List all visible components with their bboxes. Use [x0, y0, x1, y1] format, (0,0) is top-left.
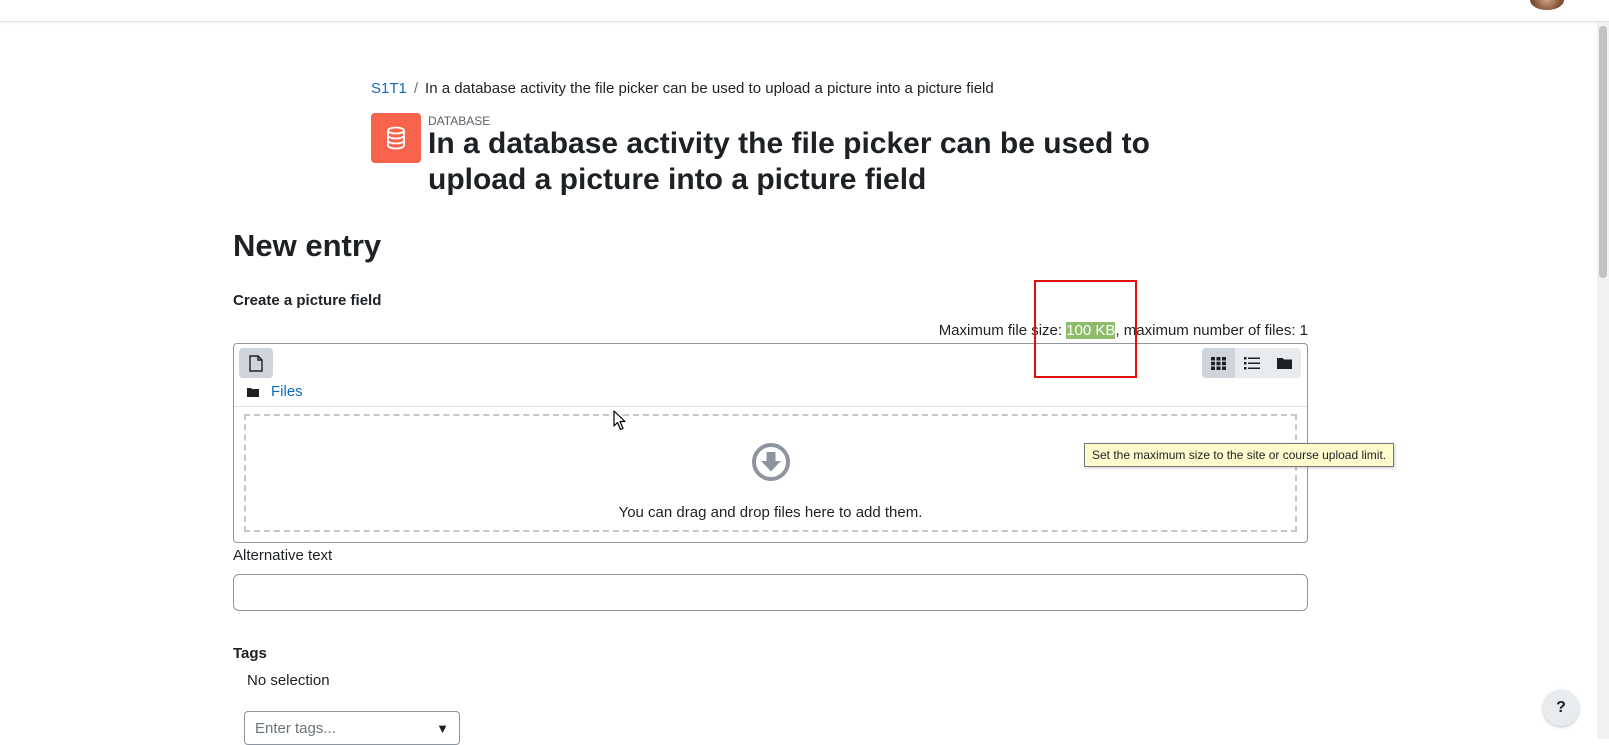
- add-file-button[interactable]: [239, 348, 273, 378]
- breadcrumb-course-link[interactable]: S1T1: [371, 80, 407, 97]
- alt-text-label: Alternative text: [233, 547, 333, 564]
- breadcrumb: S1T1 / In a database activity the file pic…: [371, 80, 994, 97]
- picture-field-label: Create a picture field: [233, 292, 382, 309]
- folder-icon: [1277, 358, 1292, 369]
- user-avatar[interactable]: [1530, 0, 1564, 10]
- scrollbar-thumb[interactable]: [1599, 26, 1607, 278]
- grid-icon: [1211, 356, 1226, 370]
- list-view-button[interactable]: [1235, 348, 1268, 378]
- tree-view-button[interactable]: [1268, 348, 1301, 378]
- breadcrumb-current: In a database activity the file picker c…: [425, 80, 994, 97]
- top-navbar: [0, 0, 1609, 22]
- file-icon: [249, 354, 263, 372]
- alt-text-input[interactable]: [233, 574, 1308, 611]
- tags-selection-status: No selection: [247, 672, 330, 689]
- drop-zone-text: You can drag and drop files here to add …: [618, 504, 923, 521]
- max-size-tooltip: Set the maximum size to the site or cour…: [1084, 443, 1395, 467]
- view-mode-switcher: [1202, 348, 1301, 378]
- tags-input[interactable]: Enter tags... ▼: [244, 711, 460, 745]
- entry-heading: New entry: [233, 228, 382, 263]
- list-icon: [1243, 356, 1260, 369]
- database-icon: [371, 113, 421, 163]
- folder-icon: [247, 387, 259, 397]
- dropdown-arrow-icon[interactable]: ▼: [436, 721, 449, 736]
- page-scrollbar[interactable]: [1597, 22, 1609, 739]
- grid-view-button[interactable]: [1202, 348, 1235, 378]
- tags-label: Tags: [233, 645, 267, 662]
- tags-placeholder: Enter tags...: [255, 719, 336, 737]
- annotation-highlight-box: [1034, 280, 1137, 378]
- file-manager-toolbar: Files: [234, 344, 1307, 407]
- help-button[interactable]: ?: [1543, 690, 1579, 726]
- mouse-cursor-icon: [613, 410, 626, 431]
- max-files-text: , maximum number of files: 1: [1115, 322, 1308, 339]
- download-circle-icon: [751, 442, 791, 487]
- breadcrumb-separator: /: [413, 80, 419, 97]
- page-title: In a database activity the file picker c…: [428, 127, 1150, 196]
- file-manager-path: Files: [247, 383, 303, 400]
- file-drop-zone[interactable]: You can drag and drop files here to add …: [244, 414, 1297, 532]
- files-path-link[interactable]: Files: [271, 383, 303, 400]
